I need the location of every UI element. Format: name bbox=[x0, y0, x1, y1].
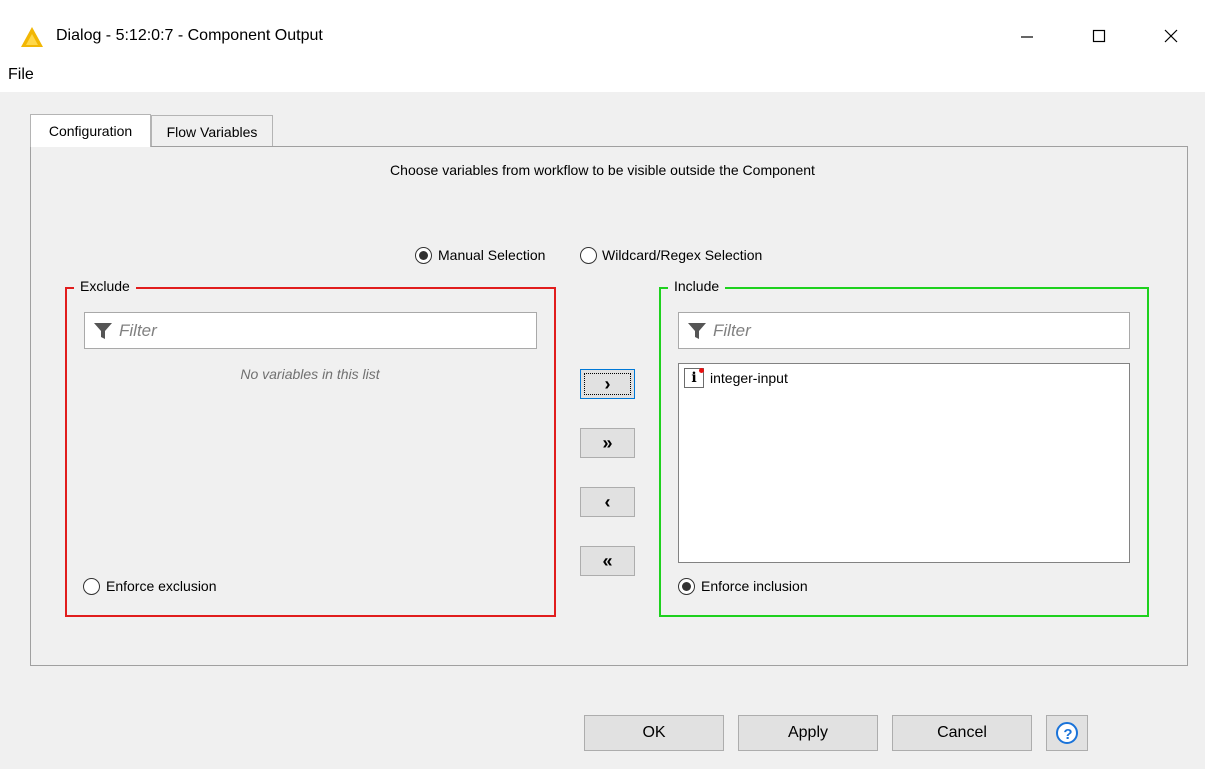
enforce-exclusion-label[interactable]: Enforce exclusion bbox=[106, 578, 217, 594]
include-title: Include bbox=[668, 278, 726, 294]
remove-all-button[interactable]: « bbox=[580, 546, 635, 576]
add-button[interactable]: › bbox=[580, 369, 635, 399]
list-item-label: integer-input bbox=[710, 370, 788, 386]
minimize-icon bbox=[1021, 36, 1033, 38]
ok-button[interactable]: OK bbox=[584, 715, 724, 751]
apply-button[interactable]: Apply bbox=[738, 715, 878, 751]
exclude-title: Exclude bbox=[74, 278, 136, 294]
enforce-inclusion-radio[interactable] bbox=[678, 578, 695, 595]
knime-triangle-icon bbox=[20, 26, 44, 48]
tab-configuration[interactable]: Configuration bbox=[30, 114, 151, 147]
panel-description: Choose variables from workflow to be vis… bbox=[390, 162, 815, 178]
manual-selection-radio[interactable] bbox=[415, 247, 432, 264]
manual-selection-label[interactable]: Manual Selection bbox=[438, 247, 545, 263]
include-filter-input[interactable]: Filter bbox=[678, 312, 1130, 349]
help-button[interactable]: ? bbox=[1046, 715, 1088, 751]
include-filter-placeholder: Filter bbox=[713, 320, 751, 340]
help-glyph: ? bbox=[1063, 725, 1073, 743]
wildcard-selection-label[interactable]: Wildcard/Regex Selection bbox=[602, 247, 762, 263]
list-item[interactable]: i integer-input bbox=[684, 368, 788, 388]
enforce-exclusion-radio[interactable] bbox=[83, 578, 100, 595]
integer-variable-icon: i bbox=[684, 368, 704, 388]
menu-file[interactable]: File bbox=[8, 66, 34, 84]
exclude-filter-placeholder: Filter bbox=[119, 320, 157, 340]
add-all-button[interactable]: » bbox=[580, 428, 635, 458]
filter-icon bbox=[94, 322, 112, 339]
maximize-icon bbox=[1092, 29, 1106, 43]
exclude-empty-text: No variables in this list bbox=[240, 366, 380, 382]
window-title: Dialog - 5:12:0:7 - Component Output bbox=[56, 27, 323, 44]
minimize-button[interactable] bbox=[1004, 16, 1050, 56]
menu-bar bbox=[0, 62, 1205, 92]
close-icon bbox=[1164, 29, 1178, 43]
cancel-button[interactable]: Cancel bbox=[892, 715, 1032, 751]
wildcard-selection-radio[interactable] bbox=[580, 247, 597, 264]
close-button[interactable] bbox=[1148, 16, 1194, 56]
filter-icon bbox=[688, 322, 706, 339]
maximize-button[interactable] bbox=[1076, 16, 1122, 56]
tab-flow-variables[interactable]: Flow Variables bbox=[151, 115, 273, 147]
remove-button[interactable]: ‹ bbox=[580, 487, 635, 517]
enforce-inclusion-label[interactable]: Enforce inclusion bbox=[701, 578, 808, 594]
include-list[interactable] bbox=[678, 363, 1130, 563]
exclude-filter-input[interactable]: Filter bbox=[84, 312, 537, 349]
